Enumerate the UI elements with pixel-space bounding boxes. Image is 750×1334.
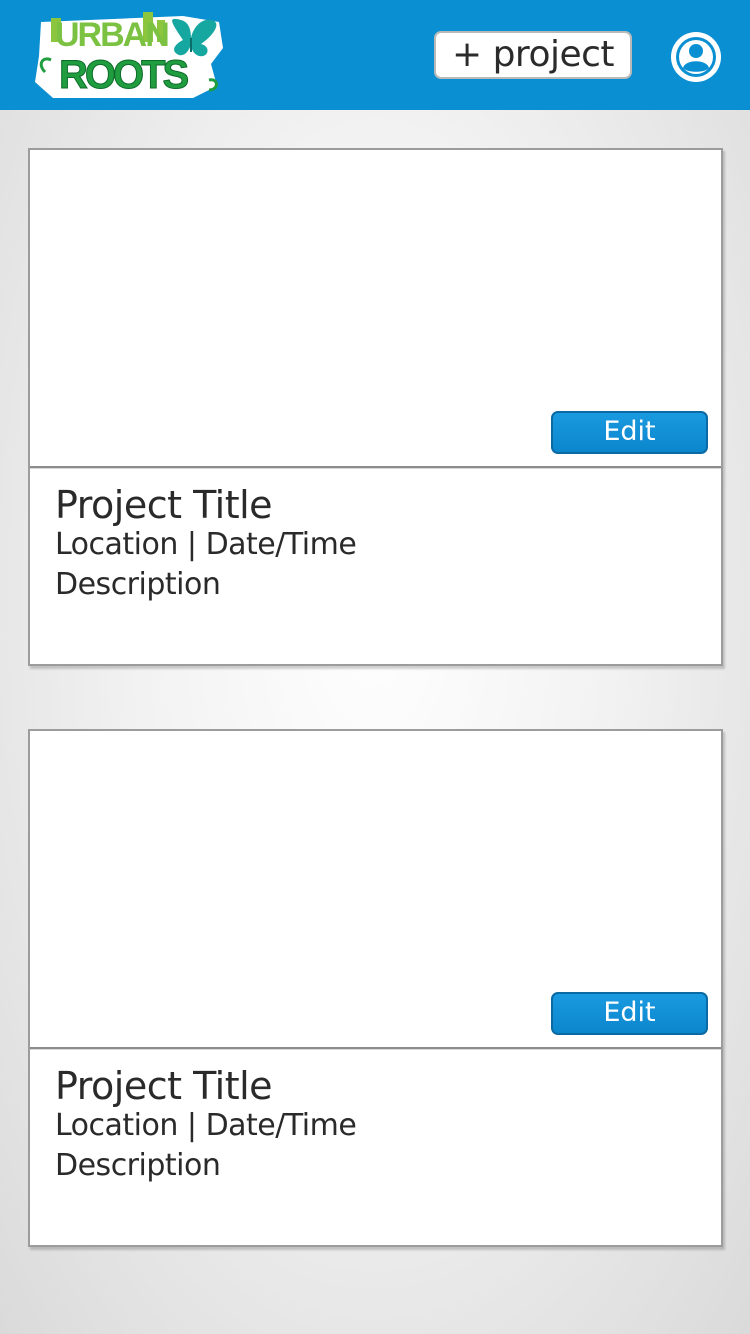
project-description: Description [55, 567, 221, 602]
user-circle-icon[interactable] [670, 31, 722, 83]
project-card[interactable]: Edit Project Title Location | Date/Time … [28, 729, 723, 1247]
project-info: Project Title Location | Date/Time Descr… [55, 1064, 357, 1186]
edit-project-button[interactable]: Edit [551, 411, 708, 454]
project-title: Project Title [55, 483, 273, 527]
project-title: Project Title [55, 1064, 273, 1108]
edit-project-button[interactable]: Edit [551, 992, 708, 1035]
project-description: Description [55, 1148, 221, 1183]
project-card[interactable]: Edit Project Title Location | Date/Time … [28, 148, 723, 666]
project-location-datetime: Location | Date/Time [55, 1108, 357, 1143]
add-project-button[interactable]: + project [434, 31, 632, 79]
urban-roots-logo[interactable]: URBAN ROOTS [33, 8, 225, 102]
logo-line2: ROOTS [59, 53, 189, 97]
logo-line1: URBAN [55, 16, 168, 54]
app-header: URBAN ROOTS + project [0, 0, 750, 110]
project-info: Project Title Location | Date/Time Descr… [55, 483, 357, 605]
project-location-datetime: Location | Date/Time [55, 527, 357, 562]
